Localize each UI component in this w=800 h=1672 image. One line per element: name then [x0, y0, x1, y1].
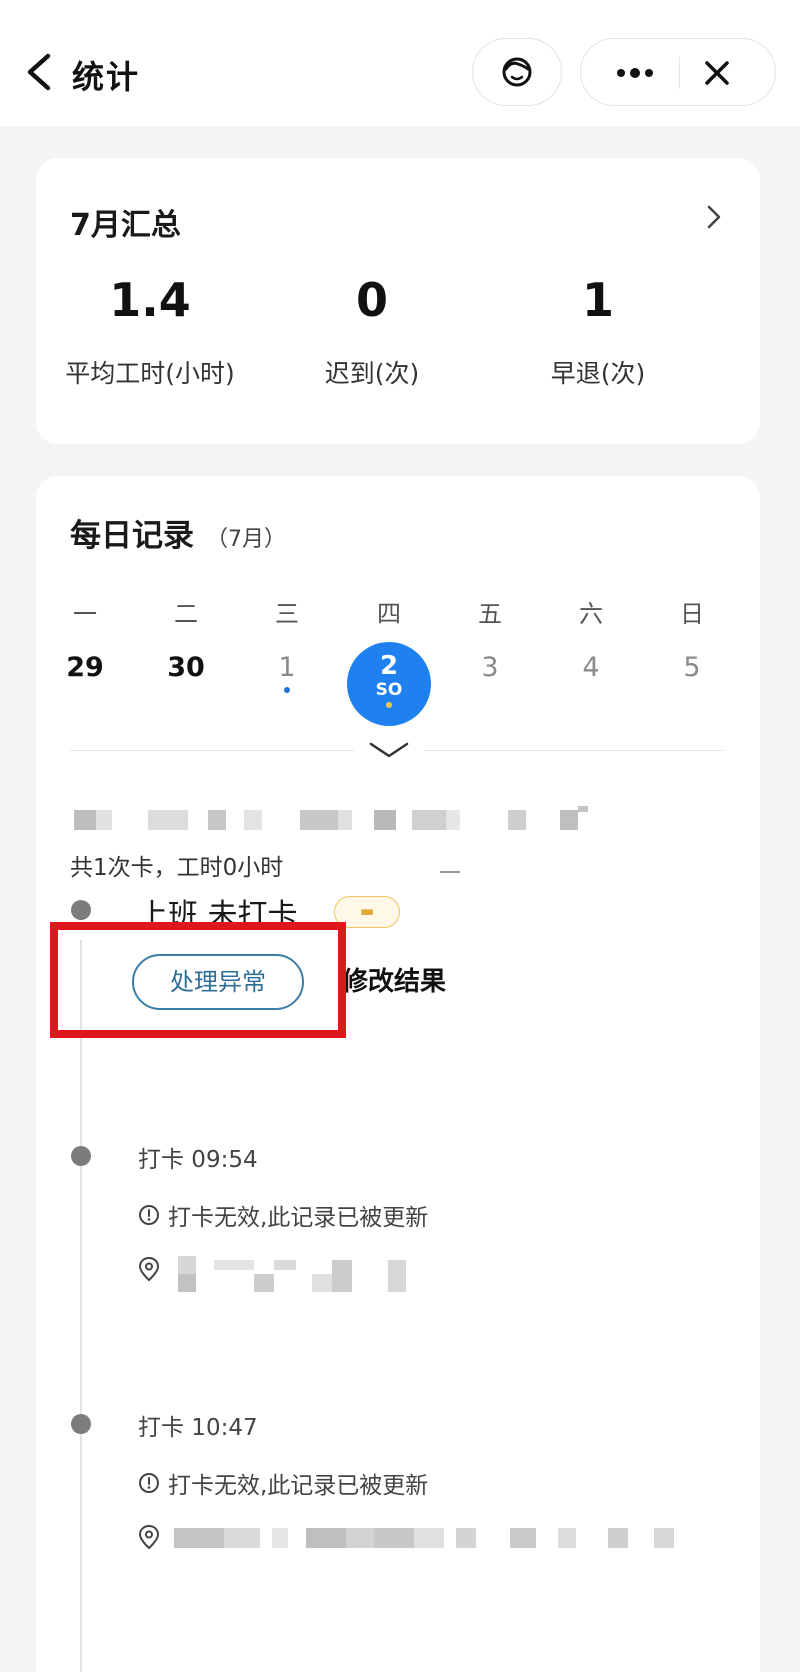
page-title: 统计 — [72, 58, 141, 96]
face-icon — [502, 57, 532, 87]
weekday-tue: 二 — [174, 600, 198, 628]
chevron-down-icon — [369, 742, 409, 758]
info-circle-icon — [139, 1205, 159, 1225]
info-circle-icon — [139, 1473, 159, 1493]
calendar-day[interactable]: 3 — [450, 652, 530, 683]
handle-exception-button[interactable]: 处理异常 — [132, 954, 304, 1010]
back-arrow-icon[interactable] — [22, 50, 56, 94]
status-bar — [70, 0, 490, 2]
weekday-thu: 四 — [377, 600, 401, 628]
punch-note-text: 打卡无效,此记录已被更新 — [168, 1473, 429, 1499]
weekday-sun: 日 — [680, 600, 704, 628]
weekday-sat: 六 — [579, 600, 603, 628]
location-pin-icon — [138, 1256, 160, 1282]
stat-label: 早退(次) — [550, 359, 646, 388]
stat-label: 平均工时(小时) — [65, 359, 235, 388]
daily-record-card: 每日记录 （7月） 一 二 三 四 五 六 日 29 30 1 2 SO 3 4 … — [36, 476, 760, 1672]
stat-value: 1 — [581, 273, 614, 327]
timeline-dot — [71, 900, 91, 920]
daily-title: 每日记录 （7月） — [70, 510, 286, 555]
timeline-dot — [71, 1146, 91, 1166]
today-sub: SO — [375, 680, 403, 700]
punch-time: 打卡 10:47 — [138, 1415, 258, 1441]
stat-late: 0 迟到(次) — [262, 272, 482, 390]
more-icon[interactable] — [613, 61, 657, 85]
punch-note: 打卡无效,此记录已被更新 — [138, 1466, 428, 1500]
face-button[interactable] — [472, 38, 562, 106]
day-summary-text: 共1次卡，工时0小时 — [70, 855, 284, 881]
record-dot — [284, 687, 290, 693]
stat-value: 1.4 — [109, 273, 191, 327]
timeline-dot — [71, 1414, 91, 1434]
clock-in-status: 上班 未打卡 — [138, 898, 298, 933]
mini-program-capsule — [580, 38, 776, 106]
monthly-summary-card[interactable]: 7月汇总 1.4 平均工时(小时) 0 迟到(次) 1 早退(次) — [36, 158, 760, 444]
summary-title: 7月汇总 — [70, 208, 181, 243]
stat-avg-hours: 1.4 平均工时(小时) — [40, 272, 260, 390]
close-icon[interactable] — [699, 55, 735, 91]
daily-title-text: 每日记录 — [70, 518, 194, 554]
today-dot — [386, 702, 392, 708]
today-number: 2 — [379, 651, 399, 681]
stat-value: 0 — [355, 273, 388, 327]
chevron-right-icon[interactable] — [702, 202, 726, 232]
placeholder-dash — [440, 871, 460, 873]
calendar-day[interactable]: 5 — [652, 652, 732, 683]
stat-label: 迟到(次) — [324, 359, 420, 388]
calendar-day-today[interactable]: 2 SO — [347, 642, 431, 726]
status-badge: ▬ — [334, 896, 400, 928]
calendar-expand-toggle[interactable] — [354, 738, 424, 764]
app-page: 统计 7月汇总 1.4 平均工时(小时) 0 迟到(次) 1 早退(次) 每日记… — [0, 0, 800, 1672]
modify-result-button[interactable]: 修改结果 — [340, 954, 512, 1010]
weekday-wed: 三 — [275, 600, 299, 628]
location-pin-icon — [138, 1524, 160, 1550]
weekday-fri: 五 — [478, 600, 502, 628]
calendar-day[interactable]: 1 — [247, 652, 327, 683]
punch-note-text: 打卡无效,此记录已被更新 — [168, 1205, 429, 1231]
punch-time: 打卡 09:54 — [138, 1147, 258, 1173]
daily-month: （7月） — [206, 527, 286, 552]
stat-early-leave: 1 早退(次) — [488, 272, 708, 390]
calendar-day[interactable]: 29 — [45, 652, 125, 683]
calendar-day[interactable]: 30 — [146, 652, 226, 683]
calendar-day[interactable]: 4 — [551, 652, 631, 683]
punch-note: 打卡无效,此记录已被更新 — [138, 1198, 428, 1232]
weekday-mon: 一 — [73, 600, 97, 628]
capsule-divider — [679, 57, 680, 89]
top-bar: 统计 — [0, 0, 800, 126]
timeline-line — [80, 940, 82, 1672]
